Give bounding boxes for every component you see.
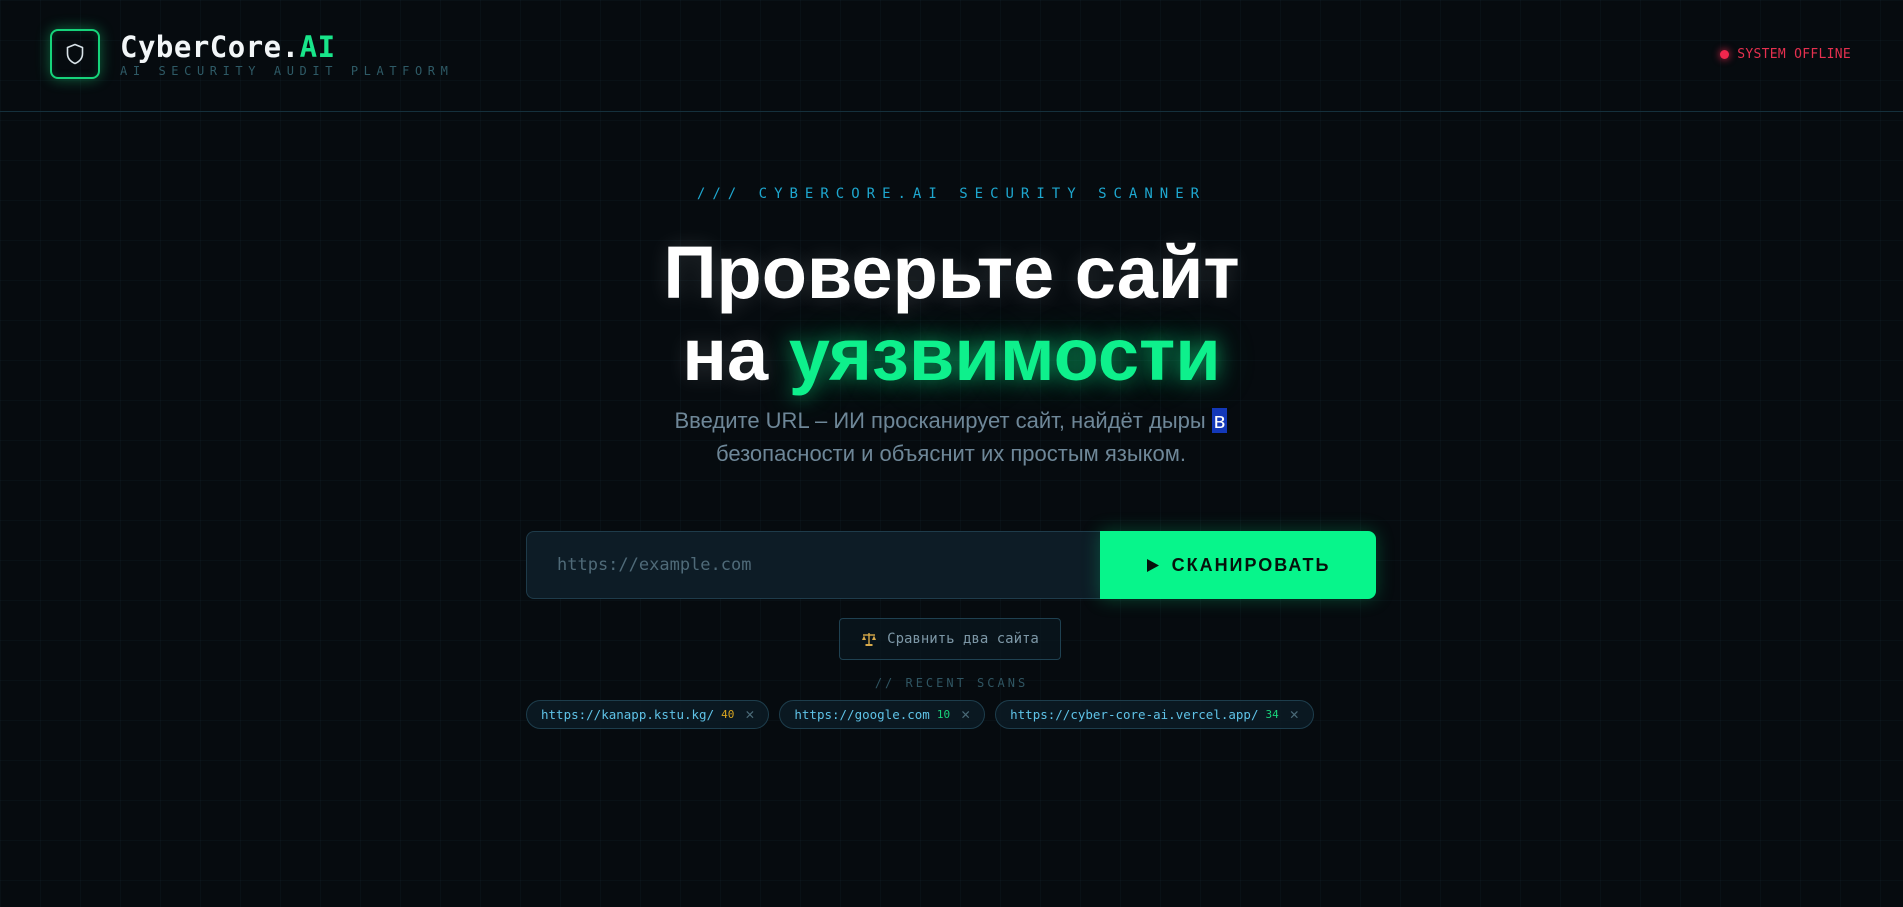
recent-scan-url: https://google.com (794, 707, 930, 722)
recent-scan-score: 40 (721, 708, 735, 721)
brand-accent: AI (299, 30, 336, 64)
recent-scan-chip[interactable]: https://cyber-core-ai.vercel.app/ 34 ✕ (995, 700, 1314, 729)
scan-button[interactable]: СКАНИРОВАТЬ (1100, 531, 1376, 599)
hero-subtitle: Введите URL – ИИ просканирует сайт, найд… (651, 404, 1251, 470)
play-icon (1146, 558, 1159, 572)
shield-icon (66, 43, 84, 65)
recent-scan-url: https://cyber-core-ai.vercel.app/ (1010, 707, 1259, 722)
recent-scan-url: https://kanapp.kstu.kg/ (541, 707, 715, 722)
top-header: CyberCore.AI AI SECURITY AUDIT PLATFORM … (0, 0, 1903, 112)
close-icon[interactable]: ✕ (1290, 707, 1299, 722)
subtitle-selected-text: в (1211, 408, 1228, 433)
brand-name: CyberCore.AI (120, 30, 336, 64)
recent-scan-score: 10 (936, 708, 951, 721)
hero-title-prefix: на (682, 313, 789, 396)
section-kicker: /// CYBERCORE.AI SECURITY SCANNER (696, 186, 1207, 202)
subtitle-part2: безопасности и объяснит их простым языко… (715, 441, 1187, 466)
brand-tagline: AI SECURITY AUDIT PLATFORM (120, 64, 454, 78)
scan-button-label: СКАНИРОВАТЬ (1171, 554, 1331, 575)
url-input[interactable] (526, 531, 1100, 599)
hero-title-line1: Проверьте сайт (663, 231, 1240, 314)
scales-icon (862, 633, 877, 646)
scan-form: СКАНИРОВАТЬ (526, 531, 1376, 599)
recent-scan-chip[interactable]: https://google.com 10 ✕ (779, 700, 986, 729)
hero-title-accent: уязвимости (788, 313, 1221, 396)
status-dot-icon (1720, 50, 1730, 59)
hero-title: Проверьте сайт на уязвимости (0, 232, 1903, 396)
status-text: SYSTEM OFFLINE (1737, 47, 1851, 62)
recent-scan-chip[interactable]: https://kanapp.kstu.kg/ 40 ✕ (526, 700, 770, 729)
close-icon[interactable]: ✕ (961, 707, 970, 722)
system-status: SYSTEM OFFLINE (1720, 47, 1851, 62)
compare-label: Сравнить два сайта (887, 631, 1039, 647)
hero-title-line2: на уязвимости (0, 314, 1903, 396)
close-icon[interactable]: ✕ (745, 707, 754, 722)
logo[interactable] (50, 29, 100, 79)
recent-scans-title: // RECENT SCANS (874, 676, 1029, 690)
brand-main: CyberCore. (120, 30, 300, 64)
subtitle-part1: Введите URL – ИИ просканирует сайт, найд… (674, 408, 1212, 433)
recent-scan-score: 34 (1265, 708, 1279, 721)
recent-scans-list: https://kanapp.kstu.kg/ 40 ✕ https://goo… (526, 700, 1314, 729)
compare-sites-button[interactable]: Сравнить два сайта (839, 618, 1061, 660)
